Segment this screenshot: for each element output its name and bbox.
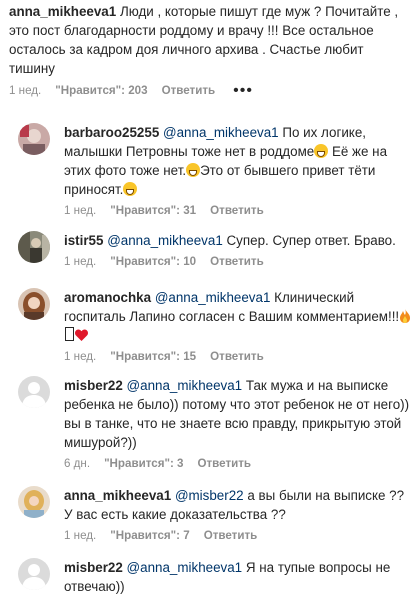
grinning-emoji-icon: [186, 163, 201, 177]
comment-likes[interactable]: "Нравится": 203: [55, 84, 147, 97]
reply-username[interactable]: barbaroo25255: [64, 125, 159, 140]
reply-body: barbaroo25255 @anna_mikheeva1 По их логи…: [64, 123, 414, 217]
grinning-emoji-icon: [123, 182, 138, 196]
reply-mention[interactable]: @misber22: [175, 488, 244, 503]
reply-username[interactable]: misber22: [64, 378, 123, 393]
reply-username[interactable]: misber22: [64, 560, 123, 575]
reply-body: aromanochka @anna_mikheeva1 Клинический …: [64, 288, 414, 363]
avatar[interactable]: [18, 486, 50, 518]
reply-button[interactable]: Ответить: [210, 204, 264, 217]
comment-time[interactable]: 1 нед.: [9, 84, 41, 97]
reply-meta: 1 нед. "Нравится": 7 Ответить: [64, 529, 414, 542]
fire-emoji-icon: [400, 309, 411, 323]
reply-text-block: istir55 @anna_mikheeva1 Супер. Супер отв…: [64, 231, 414, 250]
reply-username[interactable]: aromanochka: [64, 290, 151, 305]
reply-button[interactable]: Ответить: [162, 84, 216, 97]
reply-mention[interactable]: @anna_mikheeva1: [155, 290, 271, 305]
reply-text-block: barbaroo25255 @anna_mikheeva1 По их логи…: [64, 123, 414, 199]
reply-mention[interactable]: @anna_mikheeva1: [127, 378, 243, 393]
reply-time[interactable]: 1 нед.: [64, 529, 96, 542]
reply-meta: 6 дн. "Нравится": 3 Ответить: [64, 457, 414, 470]
reply-likes[interactable]: "Нравится": 15: [110, 350, 196, 363]
grinning-emoji-icon: [314, 144, 329, 158]
reply-button[interactable]: Ответить: [210, 255, 264, 268]
reply-time[interactable]: 1 нед.: [64, 350, 96, 363]
reply-body: anna_mikheeva1 @misber22 а вы были на вы…: [64, 486, 414, 542]
comment-text-block: anna_mikheeva1 Люди , которые пишут где …: [9, 2, 411, 78]
comment-username[interactable]: anna_mikheeva1: [9, 4, 116, 19]
avatar[interactable]: [18, 288, 50, 320]
reply-body: misber22 @anna_mikheeva1 Так мужа и на в…: [64, 376, 414, 470]
reply-time[interactable]: 1 нед.: [64, 255, 96, 268]
reply-time[interactable]: 6 дн.: [64, 457, 90, 470]
reply-username[interactable]: anna_mikheeva1: [64, 488, 171, 503]
heart-emoji-icon: [75, 329, 88, 341]
reply-meta: 1 нед. "Нравится": 31 Ответить: [64, 204, 414, 217]
avatar[interactable]: [18, 558, 50, 590]
reply-meta: 1 нед. "Нравится": 10 Ответить: [64, 255, 414, 268]
comment-meta: 1 нед. "Нравится": 203 Ответить •••: [9, 82, 411, 98]
reply-likes[interactable]: "Нравится": 3: [104, 457, 183, 470]
reply-button[interactable]: Ответить: [210, 350, 264, 363]
unknown-glyph-icon: [65, 327, 74, 341]
avatar[interactable]: [18, 123, 50, 155]
reply-time[interactable]: 1 нед.: [64, 204, 96, 217]
reply-text-block: anna_mikheeva1 @misber22 а вы были на вы…: [64, 486, 414, 524]
reply-meta: 1 нед. "Нравится": 15 Ответить: [64, 350, 414, 363]
reply-mention[interactable]: @anna_mikheeva1: [127, 560, 243, 575]
reply-body: istir55 @anna_mikheeva1 Супер. Супер отв…: [64, 231, 414, 268]
reply-text: Супер. Супер ответ. Браво.: [226, 233, 396, 248]
reply-mention[interactable]: @anna_mikheeva1: [107, 233, 223, 248]
avatar[interactable]: [18, 231, 50, 263]
reply-likes[interactable]: "Нравится": 7: [110, 529, 189, 542]
reply-likes[interactable]: "Нравится": 10: [110, 255, 196, 268]
reply-text-block: misber22 @anna_mikheeva1 Так мужа и на в…: [64, 376, 414, 452]
reply-text-block: aromanochka @anna_mikheeva1 Клинический …: [64, 288, 414, 345]
more-dots-icon[interactable]: •••: [233, 82, 253, 98]
reply-button[interactable]: Ответить: [204, 529, 258, 542]
reply-username[interactable]: istir55: [64, 233, 103, 248]
reply-mention[interactable]: @anna_mikheeva1: [163, 125, 279, 140]
reply-likes[interactable]: "Нравится": 31: [110, 204, 196, 217]
reply-body: misber22 @anna_mikheeva1 Я на тупые вопр…: [64, 558, 414, 596]
reply-text-block: misber22 @anna_mikheeva1 Я на тупые вопр…: [64, 558, 414, 596]
top-comment: anna_mikheeva1 Люди , которые пишут где …: [9, 2, 411, 98]
reply-button[interactable]: Ответить: [197, 457, 251, 470]
avatar[interactable]: [18, 376, 50, 408]
